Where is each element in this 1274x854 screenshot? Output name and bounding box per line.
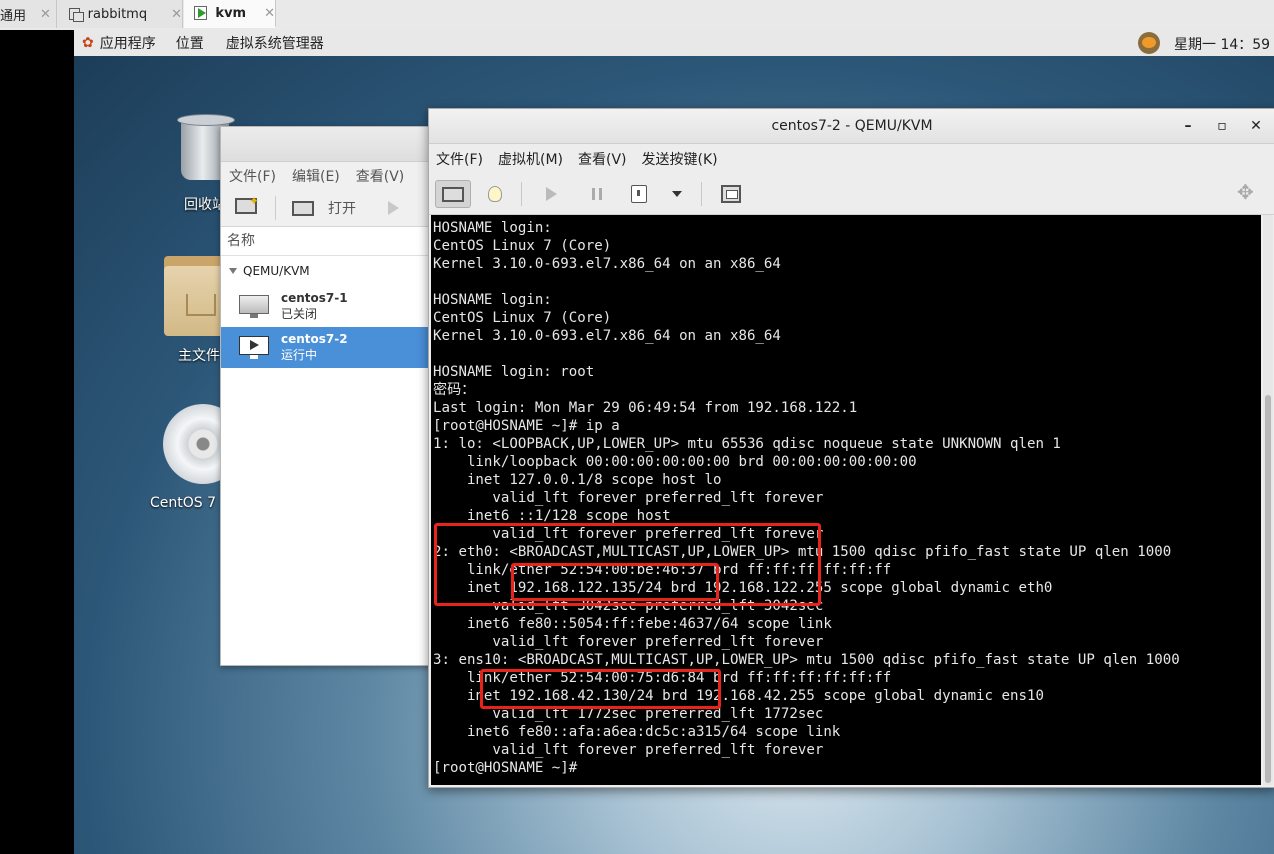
snapshots-button[interactable]	[713, 180, 749, 208]
power-icon	[631, 185, 647, 203]
new-vm-icon[interactable]: ✦	[235, 194, 259, 218]
menu-edit[interactable]: 编辑(E)	[292, 166, 340, 186]
gnome-top-bar: ✿ 应用程序 位置 虚拟系统管理器 星期一 14：59	[74, 30, 1274, 57]
menu-send-key[interactable]: 发送按键(K)	[642, 149, 718, 169]
menubar: 文件(F) 编辑(E) 查看(V)	[221, 162, 451, 190]
connection-group[interactable]: QEMU/KVM	[221, 256, 451, 286]
virt-manager-window: 文件(F) 编辑(E) 查看(V) ✦ 打开 名称 QEMU/KVM cento…	[220, 126, 452, 666]
titlebar[interactable]	[221, 127, 451, 162]
tab-kvm[interactable]: kvm ✕	[184, 0, 276, 28]
vm-console[interactable]: HOSNAME login: CentOS Linux 7 (Core) Ker…	[431, 215, 1261, 785]
vm-name: centos7-1	[281, 291, 348, 305]
chevron-down-icon	[672, 191, 682, 197]
pause-icon	[592, 188, 602, 200]
menu-vm[interactable]: 虚拟机(M)	[498, 149, 563, 169]
vm-status: 运行中	[281, 348, 318, 362]
window-title: centos7-2 - QEMU/KVM	[771, 118, 933, 134]
close-icon[interactable]: ✕	[264, 6, 275, 21]
running-vm-icon	[194, 6, 208, 20]
scrollbar-thumb[interactable]	[1265, 395, 1271, 783]
close-icon[interactable]: ✕	[1247, 117, 1265, 135]
menu-view[interactable]: 查看(V)	[578, 149, 627, 169]
chevron-down-icon[interactable]	[229, 268, 237, 274]
vm-row-selected[interactable]: centos7-2 运行中	[221, 327, 451, 368]
vm-off-icon	[239, 294, 269, 319]
gnome-foot-icon: ✿	[82, 35, 94, 51]
close-icon[interactable]: ✕	[40, 7, 51, 22]
tab-label: rabbitmq	[87, 6, 148, 22]
menu-file[interactable]: 文件(F)	[436, 149, 483, 169]
shutdown-menu-button[interactable]	[659, 180, 695, 208]
qemu-console-window: centos7-2 - QEMU/KVM – ▫ ✕ 文件(F) 虚拟机(M) …	[428, 108, 1274, 788]
vmm-menu[interactable]: 虚拟系统管理器	[226, 33, 324, 53]
user-avatar[interactable]	[1138, 32, 1160, 54]
vm-running-icon	[239, 335, 269, 360]
connection-label: QEMU/KVM	[243, 264, 310, 278]
home-folder-label: 主文件	[178, 348, 220, 364]
open-button[interactable]: 打开	[328, 198, 356, 218]
titlebar[interactable]: centos7-2 - QEMU/KVM – ▫ ✕	[429, 109, 1274, 144]
move-icon	[1237, 180, 1257, 204]
monitor-icon	[442, 186, 464, 202]
shutdown-button[interactable]	[621, 180, 657, 208]
close-icon[interactable]: ✕	[171, 7, 182, 22]
details-view-button[interactable]	[477, 180, 513, 208]
clock[interactable]: 星期一 14：59	[1174, 34, 1270, 54]
places-menu[interactable]: 位置	[176, 33, 204, 53]
highlight-eth0-ip	[511, 563, 719, 601]
monitor-icon	[292, 200, 314, 216]
name-column-header[interactable]: 名称	[221, 227, 451, 256]
minimize-icon[interactable]: –	[1179, 117, 1197, 135]
vm-tab-icon	[69, 8, 84, 22]
tab-rabbitmq[interactable]: rabbitmq ✕	[57, 0, 183, 28]
vm-name: centos7-2	[281, 332, 348, 346]
console-scrollbar[interactable]	[1263, 215, 1273, 785]
menubar: 文件(F) 虚拟机(M) 查看(V) 发送按键(K)	[429, 144, 1274, 174]
fullscreen-button[interactable]	[1229, 180, 1265, 208]
console-view-button[interactable]	[435, 180, 471, 208]
snapshot-icon	[721, 185, 741, 203]
applications-menu[interactable]: 应用程序	[100, 33, 156, 53]
toolbar-divider	[521, 182, 522, 206]
maximize-icon[interactable]: ▫	[1213, 117, 1231, 135]
tab-label: kvm	[215, 5, 247, 21]
run-icon[interactable]	[388, 201, 399, 215]
vm-row[interactable]: centos7-1 已关闭	[221, 286, 451, 327]
menu-view[interactable]: 查看(V)	[356, 166, 405, 186]
lightbulb-icon	[488, 186, 502, 202]
host-side-strip	[0, 30, 74, 854]
toolbar	[429, 174, 1274, 215]
pause-button[interactable]	[579, 180, 615, 208]
cdrom-label: CentOS 7 x	[150, 495, 229, 511]
menu-file[interactable]: 文件(F)	[229, 166, 276, 186]
highlight-ens10-ip	[480, 669, 721, 709]
tab-general[interactable]: 通用 ✕	[0, 0, 57, 28]
host-tab-strip: 通用 ✕ rabbitmq ✕ kvm ✕	[0, 0, 1274, 31]
run-button[interactable]	[533, 180, 569, 208]
toolbar-divider	[701, 182, 702, 206]
vm-status: 已关闭	[281, 307, 318, 321]
toolbar: ✦ 打开	[221, 190, 451, 227]
play-icon	[545, 187, 557, 201]
tab-label: 通用	[0, 8, 27, 24]
